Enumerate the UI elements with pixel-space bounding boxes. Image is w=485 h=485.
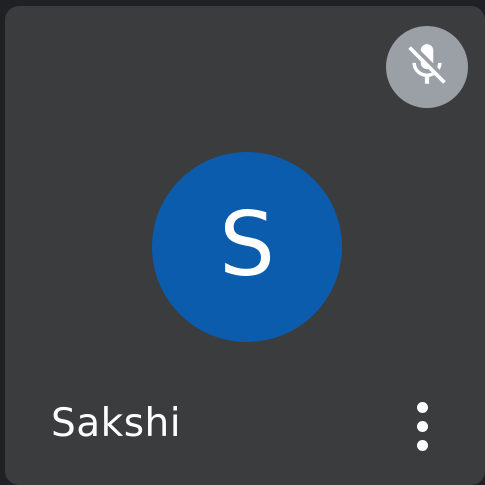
participant-name: Sakshi [51,401,182,446]
avatar: S [152,152,342,342]
mic-off-icon [402,40,452,95]
avatar-initial: S [219,193,275,296]
participant-tile: S Sakshi [5,6,485,485]
more-options-button[interactable] [397,390,447,462]
more-vert-icon-dot [416,420,428,432]
mute-status-badge [386,26,468,108]
more-vert-icon [416,401,428,413]
more-vert-icon-dot [416,439,428,451]
